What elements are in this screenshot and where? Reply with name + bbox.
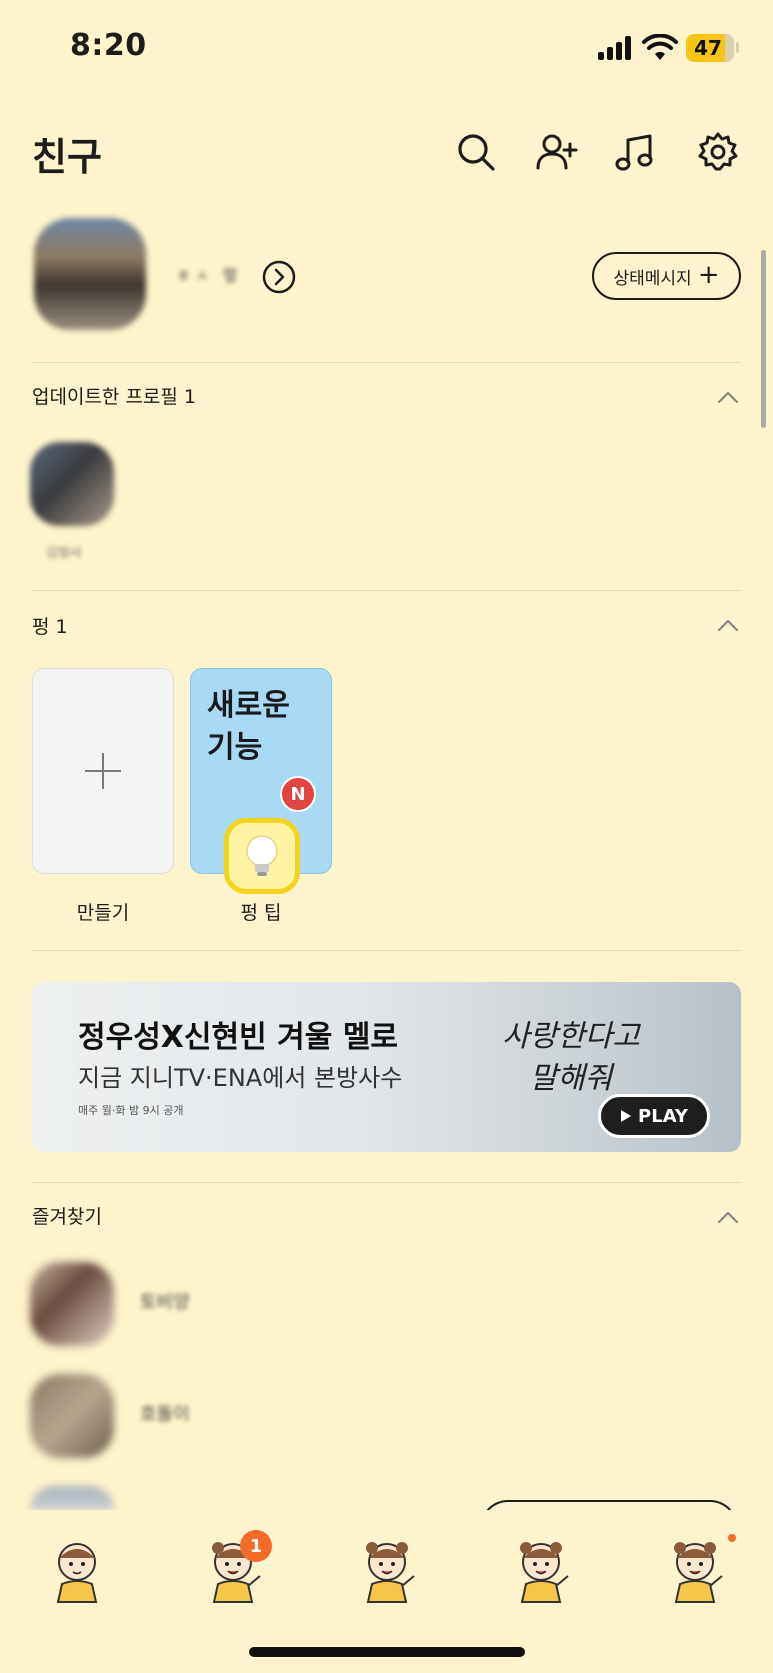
pung-tip-label: 펑 팁	[240, 902, 282, 924]
divider	[32, 362, 741, 363]
banner-subtitle: 지금 지니TV·ENA에서 본방사수	[78, 1064, 403, 1092]
tab-view-icon[interactable]	[352, 1532, 422, 1612]
status-bar: 8:20 47	[0, 0, 773, 100]
divider	[32, 950, 741, 951]
status-message-label: 상태메시지	[613, 268, 692, 289]
wifi-icon	[642, 34, 678, 60]
home-indicator[interactable]	[249, 1647, 525, 1657]
pung-make-label: 만들기	[76, 902, 130, 924]
updated-profiles-title: 업데이트한 프로필 1	[32, 386, 197, 408]
pung-make-card[interactable]	[32, 668, 174, 874]
battery-nub	[736, 42, 739, 53]
status-time: 8:20	[70, 28, 147, 63]
my-profile-avatar[interactable]	[34, 218, 146, 330]
favorite-name[interactable]: 토비양	[140, 1288, 190, 1314]
pung-tip-card-title: 새로운 기능	[207, 688, 290, 765]
updated-profile-avatar[interactable]	[30, 442, 114, 526]
lightbulb-icon	[224, 818, 300, 894]
favorites-title: 즐겨찾기	[32, 1206, 102, 1228]
tab-friends-icon[interactable]	[44, 1532, 114, 1612]
play-icon	[621, 1110, 632, 1122]
favorite-name[interactable]: 호돌이	[140, 1400, 190, 1426]
new-badge: N	[280, 776, 316, 812]
signal-icon	[598, 36, 634, 60]
chevron-up-icon[interactable]	[716, 618, 740, 632]
page-title: 친구	[32, 135, 102, 179]
play-label: PLAY	[638, 1105, 688, 1127]
banner-title: 정우성X신현빈 겨울 멜로	[78, 1020, 399, 1055]
tab-shopping-icon[interactable]	[506, 1532, 576, 1612]
settings-icon[interactable]	[696, 130, 740, 174]
chevron-right-icon[interactable]	[262, 260, 296, 294]
ad-banner[interactable]: 정우성X신현빈 겨울 멜로 지금 지니TV·ENA에서 본방사수 매주 월·화 …	[32, 982, 741, 1152]
favorite-avatar[interactable]	[30, 1262, 114, 1346]
add-friend-icon[interactable]	[534, 130, 578, 174]
new-dot	[728, 1534, 736, 1542]
divider	[32, 1182, 741, 1183]
updated-profile-name[interactable]: 김땅사	[46, 542, 82, 561]
favorite-avatar[interactable]	[30, 1374, 114, 1458]
chevron-up-icon[interactable]	[716, 390, 740, 404]
plus-icon	[85, 753, 121, 789]
battery-level: 47	[694, 36, 722, 60]
banner-schedule: 매주 월·화 밤 9시 공개	[78, 1104, 184, 1117]
my-profile-name[interactable]: ㅎㅅ 헿	[176, 262, 241, 286]
music-icon[interactable]	[614, 130, 658, 174]
search-icon[interactable]	[454, 130, 498, 174]
chevron-up-icon[interactable]	[716, 1210, 740, 1224]
banner-logo-line1: 사랑한다고	[502, 1019, 640, 1054]
play-button[interactable]: PLAY	[598, 1094, 710, 1138]
plus-icon: +	[697, 260, 720, 290]
divider	[32, 590, 741, 591]
chat-unread-badge: 1	[240, 1530, 272, 1562]
status-message-button[interactable]: 상태메시지 +	[592, 252, 741, 300]
tab-more-icon[interactable]	[660, 1532, 730, 1612]
battery-icon: 47	[686, 34, 734, 62]
favorite-avatar[interactable]	[30, 1486, 114, 1510]
scrollbar[interactable]	[761, 250, 766, 428]
banner-logo-text: 사랑한다고 말해줘	[502, 1016, 640, 1100]
pung-title: 펑 1	[32, 616, 68, 638]
